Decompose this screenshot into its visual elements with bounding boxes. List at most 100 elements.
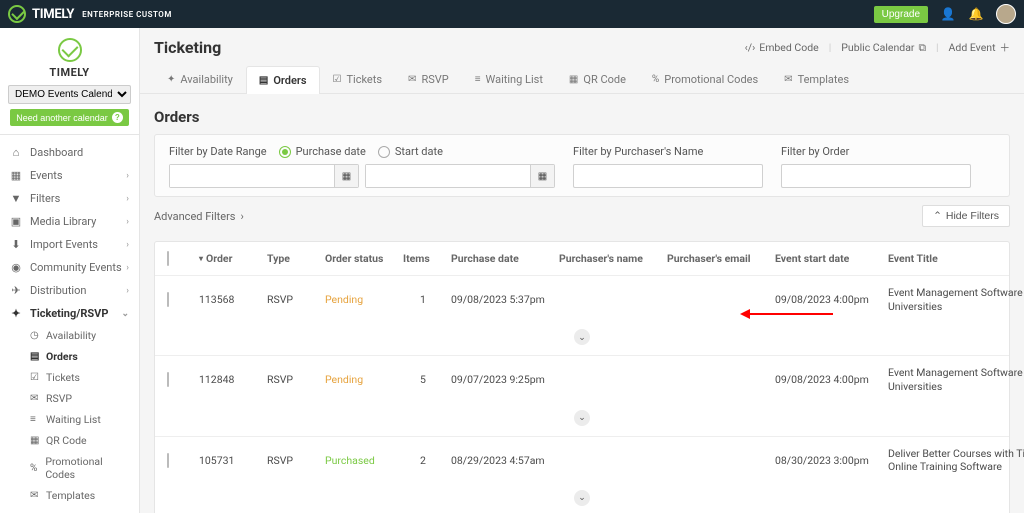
avatar[interactable] xyxy=(996,4,1016,24)
row-checkbox[interactable] xyxy=(167,453,169,468)
tab-icon: % xyxy=(652,74,659,85)
filter-date-label: Filter by Date Range xyxy=(169,145,267,158)
orders-table: ▾Order Type Order status Items Purchase … xyxy=(154,241,1010,513)
sidebar-sub-qr-code[interactable]: ▦QR Code xyxy=(0,430,139,451)
page-title: Ticketing xyxy=(154,38,221,57)
sidebar-item-filters[interactable]: ▼Filters› xyxy=(0,187,139,210)
sidebar-sub-promotional-codes[interactable]: %Promotional Codes xyxy=(0,451,139,485)
tab-rsvp[interactable]: ✉RSVP xyxy=(395,65,462,93)
col-event-start[interactable]: Event start date xyxy=(775,252,880,265)
row-checkbox[interactable] xyxy=(167,372,169,387)
public-calendar-link[interactable]: Public Calendar ⧉ xyxy=(841,41,926,55)
tab-orders[interactable]: ▤Orders xyxy=(246,66,320,94)
tab-promotional-codes[interactable]: %Promotional Codes xyxy=(639,65,771,93)
expand-row-button[interactable]: ⌄ xyxy=(574,410,590,426)
sidebar-item-distribution[interactable]: ✈Distribution› xyxy=(0,279,139,302)
table-row: 112848 RSVP Pending 5 09/07/2023 9:25pm … xyxy=(155,356,1009,403)
cell-event-start: 08/30/2023 3:00pm xyxy=(775,454,880,467)
sidebar-item-media-library[interactable]: ▣Media Library› xyxy=(0,210,139,233)
radio-purchase-date[interactable]: Purchase date xyxy=(279,145,366,158)
cell-status: Pending xyxy=(325,373,395,386)
date-to-input[interactable] xyxy=(366,165,530,187)
upgrade-button[interactable]: Upgrade xyxy=(874,6,928,23)
sidebar-item-import-events[interactable]: ⬇Import Events› xyxy=(0,233,139,256)
col-purchaser-name[interactable]: Purchaser's name xyxy=(559,252,659,265)
chevron-right-icon: › xyxy=(126,286,129,296)
sidebar-sub-rsvp[interactable]: ✉RSVP xyxy=(0,388,139,409)
need-another-calendar-button[interactable]: Need another calendar ? xyxy=(10,109,129,126)
user-icon[interactable]: 👤 xyxy=(940,6,956,22)
row-checkbox[interactable] xyxy=(167,292,169,307)
cell-type: RSVP xyxy=(267,373,317,386)
nav-label: Filters xyxy=(30,192,60,205)
sub-icon: ☑ xyxy=(30,372,40,383)
sidebar: TIMELY DEMO Events Calendar (M... Need a… xyxy=(0,28,140,513)
col-status[interactable]: Order status xyxy=(325,252,395,265)
orders-panel: Orders Filter by Date Range Purchase dat… xyxy=(140,94,1024,513)
image-icon: ▣ xyxy=(10,216,22,228)
tab-availability[interactable]: ✦Availability xyxy=(154,65,246,93)
calendar-select[interactable]: DEMO Events Calendar (M... xyxy=(8,85,131,104)
col-type[interactable]: Type xyxy=(267,252,317,265)
date-from-field: ▦ xyxy=(169,164,359,188)
sidebar-sub-orders[interactable]: ▤Orders xyxy=(0,346,139,367)
sidebar-sub-waiting-list[interactable]: ≡Waiting List xyxy=(0,409,139,430)
tab-tickets[interactable]: ☑Tickets xyxy=(320,65,396,93)
table-row: 113568 RSVP Pending 1 09/08/2023 5:37pm … xyxy=(155,276,1009,323)
col-event-title[interactable]: Event Title xyxy=(888,252,1024,265)
globe-icon: ◉ xyxy=(10,262,22,274)
select-all-checkbox[interactable] xyxy=(167,251,169,266)
purchaser-name-input[interactable] xyxy=(573,164,763,188)
tab-templates[interactable]: ✉Templates xyxy=(771,65,862,93)
order-input[interactable] xyxy=(781,164,971,188)
chevron-down-icon: ⌄ xyxy=(121,309,129,319)
nav-label: Import Events xyxy=(30,238,98,251)
cell-order-id: 105731 xyxy=(199,454,259,467)
tab-icon: ≡ xyxy=(475,74,481,85)
nav-label: Events xyxy=(30,169,63,182)
table-row: 105731 RSVP Purchased 2 08/29/2023 4:57a… xyxy=(155,437,1009,484)
sidebar-sub-availability[interactable]: ◷Availability xyxy=(0,325,139,346)
tab-waiting-list[interactable]: ≡Waiting List xyxy=(462,65,556,93)
cell-items: 5 xyxy=(403,373,443,386)
col-items[interactable]: Items xyxy=(403,252,443,265)
sidebar-sub-templates[interactable]: ✉Templates xyxy=(0,485,139,506)
tab-qr-code[interactable]: ▦QR Code xyxy=(556,65,639,93)
col-purchase-date[interactable]: Purchase date xyxy=(451,252,551,265)
sidebar-item-community-events[interactable]: ◉Community Events› xyxy=(0,256,139,279)
expand-row-button[interactable]: ⌄ xyxy=(574,329,590,345)
sidebar-header: TIMELY DEMO Events Calendar (M... Need a… xyxy=(0,28,139,135)
date-from-input[interactable] xyxy=(170,165,334,187)
external-link-icon: ⧉ xyxy=(918,41,926,55)
advanced-filters-link[interactable]: Advanced Filters › xyxy=(154,210,244,223)
sidebar-sub-tickets[interactable]: ☑Tickets xyxy=(0,367,139,388)
sub-icon: ◷ xyxy=(30,330,40,341)
filter-bar: Filter by Date Range Purchase date Start… xyxy=(154,134,1010,197)
add-event-link[interactable]: Add Event ＋ xyxy=(949,40,1010,55)
calendar-icon[interactable]: ▦ xyxy=(530,165,554,187)
sidebar-logo-icon xyxy=(58,38,82,62)
nav: ⌂Dashboard ▦ Events › ▼Filters›▣Media Librar… xyxy=(0,135,139,513)
nav-label: Dashboard xyxy=(30,146,83,159)
calendar-icon[interactable]: ▦ xyxy=(334,165,358,187)
embed-code-link[interactable]: ‹/› Embed Code xyxy=(745,41,819,54)
cell-order-id: 112848 xyxy=(199,373,259,386)
radio-start-date[interactable]: Start date xyxy=(378,145,443,158)
bell-icon[interactable]: 🔔 xyxy=(968,6,984,22)
col-purchaser-email[interactable]: Purchaser's email xyxy=(667,252,767,265)
sub-icon: % xyxy=(30,463,39,474)
expand-row-button[interactable]: ⌄ xyxy=(574,490,590,506)
cell-type: RSVP xyxy=(267,293,317,306)
sub-icon: ▦ xyxy=(30,435,40,446)
need-another-label: Need another calendar xyxy=(16,113,108,123)
sidebar-item-events[interactable]: ▦Events› xyxy=(0,164,139,187)
sidebar-item-dashboard[interactable]: ⌂Dashboard xyxy=(0,141,139,164)
cell-order-id: 113568 xyxy=(199,293,259,306)
calendar-icon: ▦ xyxy=(10,170,22,182)
radio-unchecked-icon xyxy=(378,146,390,158)
cell-event-start: 09/08/2023 4:00pm xyxy=(775,293,880,306)
hide-filters-button[interactable]: ⌃ Hide Filters xyxy=(922,205,1010,227)
col-order[interactable]: ▾Order xyxy=(199,252,259,265)
sidebar-item-ticketing-rsvp[interactable]: ✦Ticketing/RSVP⌄ xyxy=(0,302,139,325)
tab-icon: ▦ xyxy=(569,74,578,85)
